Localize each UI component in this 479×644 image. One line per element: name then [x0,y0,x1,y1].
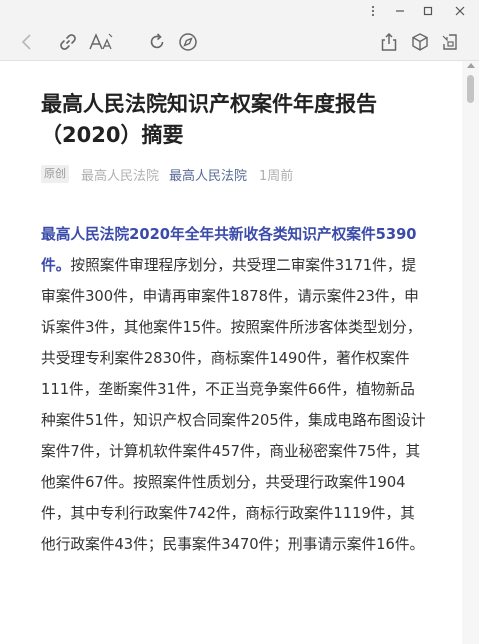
more-vertical-icon[interactable] [359,0,387,22]
article-paragraph: 最高人民法院2020年全年共新收各类知识产权案件5390件。按照案件审理程序划分… [41,219,426,560]
account-link[interactable]: 最高人民法院 [169,165,247,184]
pip-icon[interactable] [439,31,461,53]
original-badge: 原创 [41,165,69,183]
author-name: 最高人民法院 [81,168,160,184]
article-content: 最高人民法院知识产权案件年度报告（2020）摘要 原创 最高人民法院 最高人民法… [0,61,462,644]
browser-window: 最高人民法院知识产权案件年度报告（2020）摘要 原创 最高人民法院 最高人民法… [0,0,479,644]
publish-time: 1周前 [259,168,294,184]
compass-icon[interactable] [177,31,199,53]
refresh-icon[interactable] [146,31,168,53]
font-size-icon[interactable] [88,31,114,53]
scrollbar[interactable] [462,61,479,644]
share-icon[interactable] [378,31,400,53]
maximize-icon[interactable] [414,0,442,22]
copy-link-icon[interactable] [57,31,79,53]
cube-icon[interactable] [409,31,431,53]
title-bar [0,0,479,22]
close-icon[interactable] [446,0,474,22]
toolbar [0,22,479,61]
body-text: 按照案件审理程序划分，共受理二审案件3171件，提审案件300件，申请再审案件1… [41,257,426,553]
article-meta: 原创 最高人民法院 最高人民法院 1周前 [41,164,293,184]
scroll-up-arrow-icon[interactable] [467,63,475,68]
scroll-thumb[interactable] [467,75,474,103]
article-title: 最高人民法院知识产权案件年度报告（2020）摘要 [41,92,377,147]
back-arrow-icon[interactable] [16,31,38,53]
minimize-icon[interactable] [386,0,414,22]
